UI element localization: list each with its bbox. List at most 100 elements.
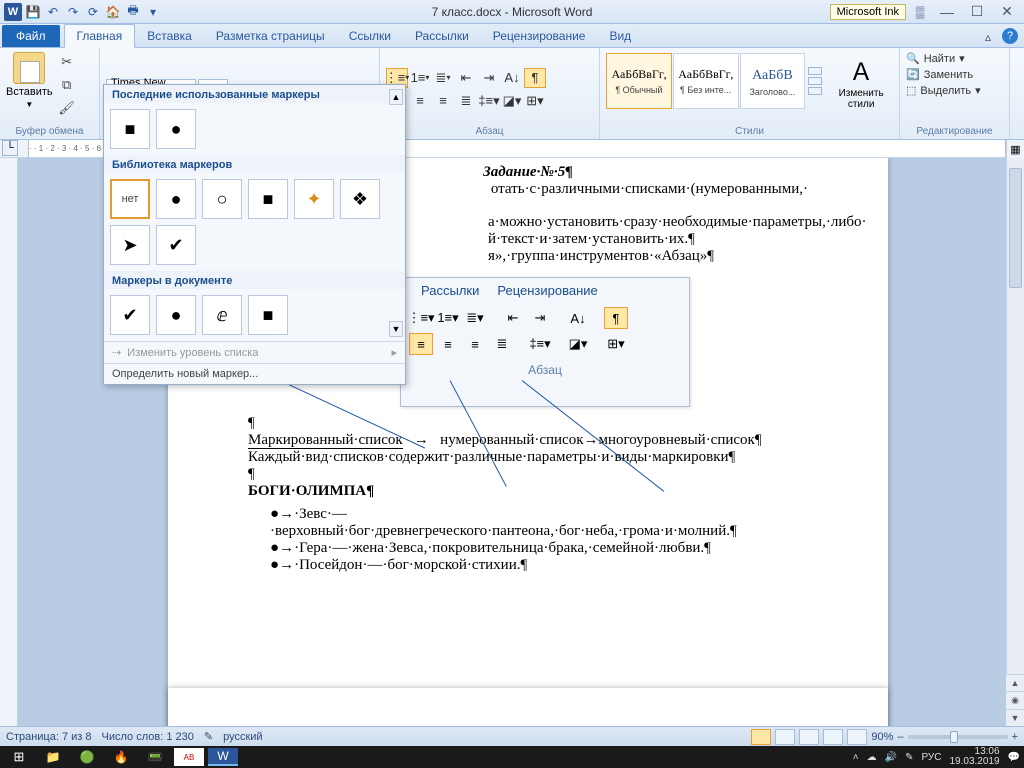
paste-button[interactable]: Вставить ▼	[6, 52, 53, 109]
tab-mailings[interactable]: Рассылки	[403, 25, 481, 47]
styles-gallery-more[interactable]	[808, 67, 822, 95]
select-button[interactable]: ⬚Выделить ▾	[906, 84, 1003, 97]
tray-clock[interactable]: 13:06 19.03.2019	[949, 747, 999, 767]
close-button[interactable]: ✕	[994, 3, 1020, 21]
align-center-icon[interactable]: ≡	[409, 91, 431, 111]
doc-text: Каждый·вид·списков·содержит·различные·па…	[248, 449, 808, 466]
tab-file[interactable]: Файл	[2, 25, 60, 47]
home-doc-icon[interactable]: 🏠	[104, 3, 122, 21]
refresh-icon[interactable]: ⟳	[84, 3, 102, 21]
view-fullscreen-icon[interactable]	[775, 729, 795, 745]
document-next-page[interactable]	[168, 688, 888, 726]
tab-layout[interactable]: Разметка страницы	[204, 25, 337, 47]
zoom-level[interactable]: 90%	[871, 731, 893, 743]
status-word-count[interactable]: Число слов: 1 230	[102, 731, 194, 743]
style-no-spacing[interactable]: АаБбВвГг, ¶ Без инте...	[673, 53, 739, 109]
taskbar-app-icon[interactable]: 🔥	[106, 748, 136, 766]
redo-icon[interactable]: ↷	[64, 3, 82, 21]
cut-icon[interactable]: ✂	[57, 52, 77, 72]
view-outline-icon[interactable]	[823, 729, 843, 745]
status-page[interactable]: Страница: 7 из 8	[6, 731, 92, 743]
vertical-scrollbar[interactable]: ▲ ◉ ▼	[1006, 158, 1024, 726]
decrease-indent-icon[interactable]: ⇤	[455, 68, 477, 88]
bullet-doc-disc[interactable]: ●	[156, 295, 196, 335]
view-print-layout-icon[interactable]	[751, 729, 771, 745]
replace-button[interactable]: 🔄Заменить	[906, 68, 1003, 81]
scroll-thumb[interactable]	[1009, 168, 1022, 288]
microsoft-ink-button[interactable]: Microsoft Ink	[830, 4, 906, 20]
borders-icon[interactable]: ⊞▾	[524, 91, 546, 111]
zoom-in-icon[interactable]: +	[1012, 731, 1018, 743]
taskbar-word-icon[interactable]: W	[208, 748, 238, 766]
change-styles-button[interactable]: Ａ Изменить стили	[829, 52, 893, 110]
tab-insert[interactable]: Вставка	[135, 25, 204, 47]
bullet-4color[interactable]: ✦	[294, 179, 334, 219]
taskbar-calculator-icon[interactable]: 📟	[140, 748, 170, 766]
multilevel-list-button[interactable]: ≣▾	[432, 68, 454, 88]
prev-page-icon[interactable]: ▲	[1006, 674, 1024, 691]
zoom-slider[interactable]	[908, 735, 1008, 739]
tab-review[interactable]: Рецензирование	[481, 25, 598, 47]
view-draft-icon[interactable]	[847, 729, 867, 745]
status-proofing-icon[interactable]: ✎	[204, 730, 213, 743]
style-heading[interactable]: АаБбВ Заголово...	[740, 53, 806, 109]
style-normal[interactable]: АаБбВвГг, ¶ Обычный	[606, 53, 672, 109]
numbered-list-button[interactable]: 1≡▾	[409, 68, 431, 88]
line-spacing-icon[interactable]: ‡≡▾	[478, 91, 500, 111]
undo-icon[interactable]: ↶	[44, 3, 62, 21]
tab-view[interactable]: Вид	[597, 25, 643, 47]
show-marks-icon[interactable]: ¶	[524, 68, 546, 88]
tray-cloud-icon[interactable]: ☁	[867, 752, 877, 763]
bullet-recent-disc[interactable]: ●	[156, 109, 196, 149]
sort-icon[interactable]: A↓	[501, 68, 523, 88]
bullet-doc-check[interactable]: ✔	[110, 295, 150, 335]
tab-home[interactable]: Главная	[64, 24, 136, 48]
vertical-ruler[interactable]	[0, 158, 18, 726]
view-web-icon[interactable]	[799, 729, 819, 745]
bullet-doc-flourish[interactable]: ⅇ	[202, 295, 242, 335]
ribbon-minimize-icon[interactable]: ▒	[910, 3, 930, 21]
status-language[interactable]: русский	[223, 731, 262, 743]
copy-icon[interactable]: ⧉	[57, 75, 77, 95]
find-button[interactable]: 🔍Найти ▾	[906, 52, 1003, 65]
format-painter-icon[interactable]: 🖌	[57, 98, 77, 118]
ruler-toggle-icon[interactable]: ▦	[1006, 140, 1024, 158]
bullet-none[interactable]: нет	[110, 179, 150, 219]
increase-indent-icon[interactable]: ⇥	[478, 68, 500, 88]
help-icon[interactable]: ?	[1002, 28, 1018, 44]
tab-references[interactable]: Ссылки	[337, 25, 403, 47]
bullet-check[interactable]: ✔	[156, 225, 196, 265]
maximize-button[interactable]: ☐	[964, 3, 990, 21]
print-icon[interactable]: 🖶	[124, 3, 142, 21]
taskbar-explorer-icon[interactable]: 📁	[38, 748, 68, 766]
tray-notifications-icon[interactable]: 💬	[1008, 752, 1020, 763]
bullet-circle[interactable]: ○	[202, 179, 242, 219]
bullet-diamond4[interactable]: ❖	[340, 179, 380, 219]
tray-pen-icon[interactable]: ✎	[905, 752, 913, 763]
bullet-arrow[interactable]: ➤	[110, 225, 150, 265]
minimize-button[interactable]: —	[934, 3, 960, 21]
zoom-out-icon[interactable]: –	[897, 731, 903, 743]
tab-selector[interactable]: └	[2, 140, 18, 156]
qat-more-icon[interactable]: ▾	[144, 3, 162, 21]
bullet-disc[interactable]: ●	[156, 179, 196, 219]
tray-chevron-icon[interactable]: ˄	[853, 752, 859, 763]
taskbar-chrome-icon[interactable]: 🟢	[72, 748, 102, 766]
menu-scroll-down-icon[interactable]: ▼	[389, 321, 403, 337]
bullet-define-new[interactable]: Определить новый маркер...	[104, 363, 405, 384]
tray-volume-icon[interactable]: 🔊	[885, 752, 897, 763]
start-button[interactable]: ⊞	[4, 748, 34, 766]
next-page-icon[interactable]: ▼	[1006, 709, 1024, 726]
menu-scroll-up-icon[interactable]: ▲	[389, 89, 403, 105]
taskbar-abnet-icon[interactable]: AB	[174, 748, 204, 766]
ribbon-collapse-icon[interactable]: ▵	[978, 28, 998, 46]
align-right-icon[interactable]: ≡	[432, 91, 454, 111]
bullet-square[interactable]: ■	[248, 179, 288, 219]
browse-object-icon[interactable]: ◉	[1006, 691, 1024, 708]
shading-icon[interactable]: ◪▾	[501, 91, 523, 111]
bullet-doc-square[interactable]: ■	[248, 295, 288, 335]
save-icon[interactable]: 💾	[24, 3, 42, 21]
bullet-recent-square[interactable]: ■	[110, 109, 150, 149]
tray-language[interactable]: РУС	[921, 752, 941, 763]
justify-icon[interactable]: ≣	[455, 91, 477, 111]
